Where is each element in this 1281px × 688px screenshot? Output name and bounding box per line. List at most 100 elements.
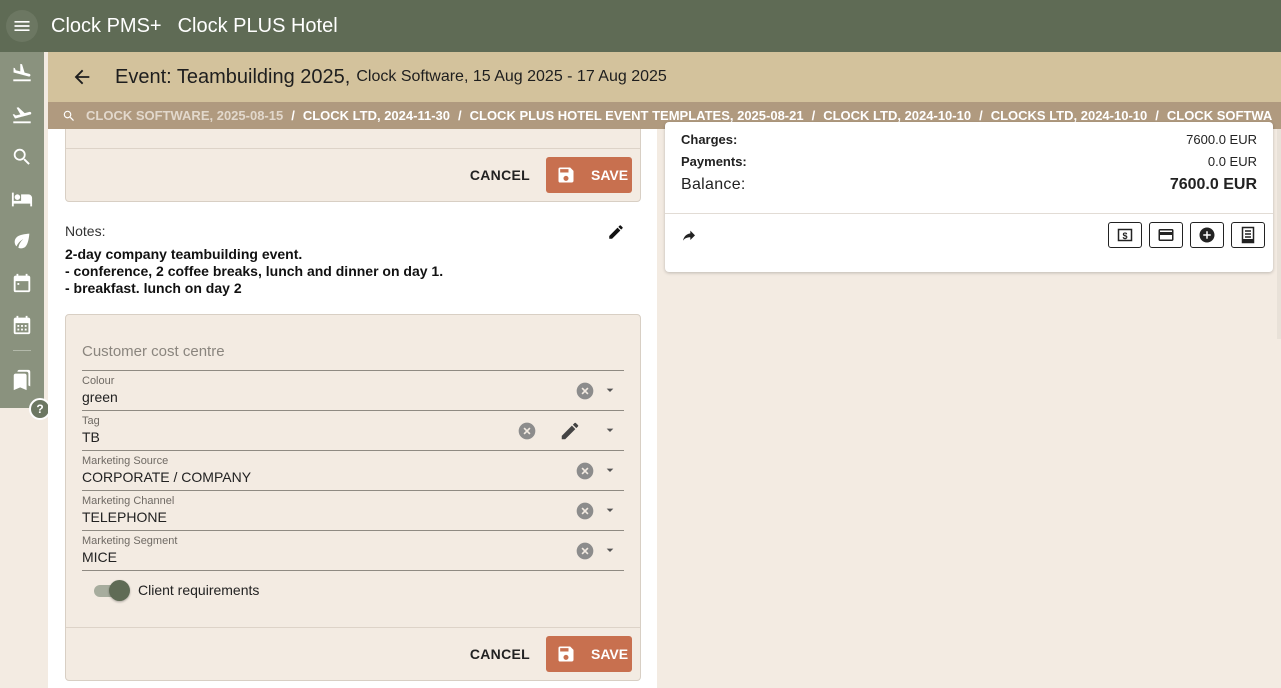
save-button[interactable]: SAVE	[546, 157, 632, 193]
payments-row: Payments: 0.0 EUR	[681, 154, 1257, 169]
clear-icon[interactable]	[575, 501, 595, 521]
breadcrumb-separator: /	[811, 108, 816, 123]
rail-spa[interactable]	[0, 220, 44, 262]
balance-value: 7600.0 EUR	[1169, 176, 1257, 193]
chevron-down-icon[interactable]	[602, 542, 618, 558]
breadcrumb-item[interactable]: CLOCK SOFTWARE, 2025-08-15	[86, 108, 283, 123]
breadcrumb-separator: /	[291, 108, 295, 123]
rail-calendar[interactable]	[0, 262, 44, 304]
rail-departures[interactable]	[0, 94, 44, 136]
balance-label: Balance:	[681, 176, 746, 193]
scrollbar[interactable]	[1277, 129, 1281, 339]
pencil-icon[interactable]	[559, 420, 581, 442]
toggle-thumb	[109, 580, 130, 601]
tag-label: Tag	[82, 415, 100, 427]
marketing-segment-field[interactable]: Marketing Segment MICE	[82, 531, 624, 571]
card-divider	[665, 213, 1273, 214]
bed-icon	[11, 192, 33, 207]
breadcrumb-item[interactable]: CLOCK LTD, 2024-10-10	[823, 108, 971, 123]
clear-icon[interactable]	[575, 541, 595, 561]
calendar-grid-icon	[13, 315, 31, 335]
breadcrumb-item[interactable]: CLOCK SOFTWA	[1167, 108, 1272, 123]
payments-label: Payments:	[681, 154, 747, 169]
chevron-down-icon[interactable]	[602, 382, 618, 398]
receipt-icon	[1241, 226, 1255, 244]
notes-label: Notes:	[65, 223, 106, 239]
marketing-source-label: Marketing Source	[82, 455, 169, 467]
breadcrumb-separator: /	[1155, 108, 1159, 123]
save-icon	[556, 644, 576, 664]
rail-search[interactable]	[0, 136, 44, 178]
charges-label: Charges:	[681, 132, 738, 147]
colour-value: green	[82, 389, 118, 405]
breadcrumb-item[interactable]: CLOCKS LTD, 2024-10-10	[991, 108, 1148, 123]
leaf-icon	[14, 233, 30, 249]
marketing-source-field[interactable]: Marketing Source CORPORATE / COMPANY	[82, 451, 624, 491]
form-actions: CANCEL SAVE	[470, 636, 632, 672]
arrow-back-icon	[74, 69, 90, 85]
notes-text: 2-day company teambuilding event. - conf…	[65, 246, 443, 297]
side-rail	[0, 52, 44, 408]
form-actions: CANCEL SAVE	[470, 157, 632, 193]
folio-summary-card: Charges: 7600.0 EUR Payments: 0.0 EUR Ba…	[665, 122, 1273, 272]
chevron-down-icon[interactable]	[602, 422, 618, 438]
breadcrumb-separator: /	[457, 108, 462, 123]
save-icon	[556, 165, 576, 185]
cancel-button[interactable]: CANCEL	[470, 646, 530, 662]
cash-icon: $	[1117, 228, 1133, 242]
rail-arrivals[interactable]	[0, 52, 44, 94]
card-payment-button[interactable]	[1149, 222, 1183, 248]
charges-row: Charges: 7600.0 EUR	[681, 132, 1257, 147]
svg-text:$: $	[1122, 231, 1127, 241]
charges-value: 7600.0 EUR	[1186, 132, 1257, 147]
cash-button[interactable]: $	[1108, 222, 1142, 248]
cost-centre-placeholder: Customer cost centre	[82, 343, 225, 360]
add-charge-button[interactable]	[1190, 222, 1224, 248]
edit-notes-button[interactable]	[607, 223, 625, 241]
clear-icon[interactable]	[517, 421, 537, 441]
breadcrumb-item[interactable]: CLOCK LTD, 2024-11-30	[303, 108, 450, 123]
client-requirements-toggle[interactable]	[94, 580, 130, 601]
add-circle-icon	[1199, 227, 1215, 243]
marketing-segment-value: MICE	[82, 549, 117, 565]
cancel-button[interactable]: CANCEL	[470, 167, 530, 183]
cost-centre-field[interactable]: Customer cost centre	[82, 329, 624, 371]
calendar-icon	[13, 273, 31, 293]
card-divider	[66, 627, 640, 628]
app-name: Clock PMS+	[51, 14, 162, 37]
colour-label: Colour	[82, 375, 115, 387]
hamburger-icon	[14, 21, 30, 31]
tag-value: TB	[82, 429, 100, 445]
menu-button[interactable]	[6, 10, 38, 42]
rail-bookmarks[interactable]	[0, 359, 44, 401]
marketing-source-value: CORPORATE / COMPANY	[82, 469, 252, 485]
colour-field[interactable]: Colour green	[82, 371, 624, 411]
rail-events[interactable]	[0, 304, 44, 346]
breadcrumb-item[interactable]: CLOCK PLUS HOTEL EVENT TEMPLATES, 2025-0…	[470, 108, 804, 123]
flight-takeoff-icon	[12, 107, 32, 124]
hotel-name[interactable]: Clock PLUS Hotel	[178, 15, 338, 38]
chevron-down-icon[interactable]	[602, 462, 618, 478]
marketing-channel-value: TELEPHONE	[82, 509, 167, 525]
forward-button[interactable]	[681, 228, 697, 244]
invoice-button[interactable]	[1231, 222, 1265, 248]
marketing-segment-label: Marketing Segment	[82, 535, 178, 547]
flight-land-icon	[13, 63, 31, 82]
rail-rooms[interactable]	[0, 178, 44, 220]
search-icon[interactable]	[62, 109, 76, 123]
save-button[interactable]: SAVE	[546, 636, 632, 672]
breadcrumb-separator: /	[979, 108, 983, 123]
forward-icon	[683, 230, 695, 241]
notes-line: 2-day company teambuilding event.	[65, 246, 303, 262]
page-subtitle: Clock Software, 15 Aug 2025 - 17 Aug 202…	[356, 68, 667, 85]
chevron-down-icon[interactable]	[602, 502, 618, 518]
balance-row: Balance: 7600.0 EUR	[681, 176, 1257, 194]
rail-divider	[13, 350, 31, 351]
clear-icon[interactable]	[575, 461, 595, 481]
marketing-channel-field[interactable]: Marketing Channel TELEPHONE	[82, 491, 624, 531]
back-button[interactable]	[67, 62, 97, 92]
tag-field[interactable]: Tag TB	[82, 411, 624, 451]
save-button-label: SAVE	[591, 646, 629, 662]
clear-icon[interactable]	[575, 381, 595, 401]
credit-card-icon	[1158, 229, 1174, 241]
